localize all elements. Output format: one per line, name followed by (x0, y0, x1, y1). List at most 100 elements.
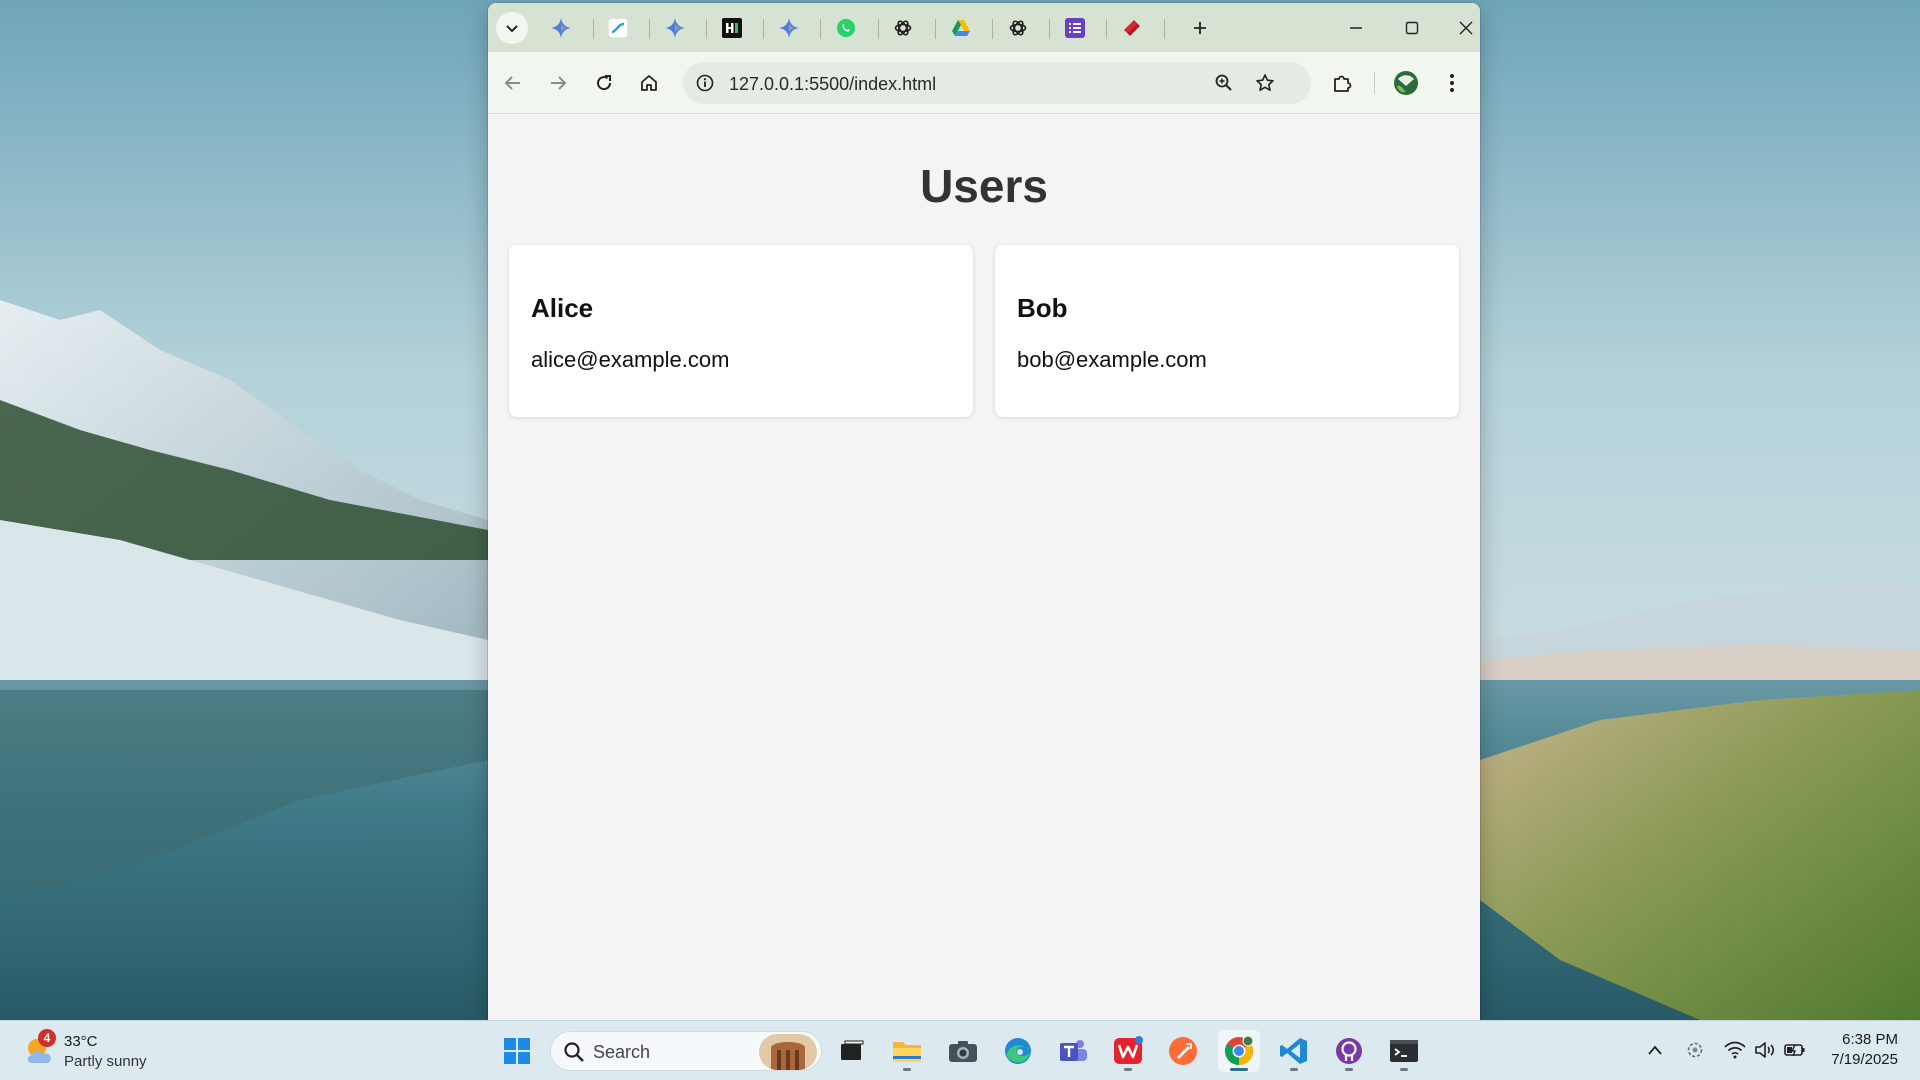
user-card-alice: Alice alice@example.com (509, 245, 973, 417)
taskbar-terminal[interactable] (1383, 1030, 1425, 1072)
taskbar-wps-office[interactable] (1107, 1030, 1149, 1072)
tab-separator (935, 19, 936, 39)
task-view-icon (841, 1040, 864, 1060)
wifi-icon (1724, 1041, 1746, 1059)
weather-condition: Partly sunny (64, 1053, 147, 1070)
clock-date: 7/19/2025 (1831, 1051, 1898, 1068)
tray-app-button[interactable] (1684, 1039, 1706, 1061)
openai-icon (1009, 20, 1027, 36)
taskbar-task-view[interactable] (830, 1030, 872, 1072)
battery-charging-icon (1784, 1044, 1805, 1057)
minimize-icon (1350, 27, 1362, 29)
url-text[interactable]: 127.0.0.1:5500/index.html (729, 74, 936, 95)
tab-forms[interactable] (1065, 18, 1085, 38)
browser-menu-button[interactable] (1438, 69, 1466, 97)
terminal-icon (1390, 1040, 1418, 1062)
tray-overflow-button[interactable] (1644, 1039, 1666, 1061)
tab-separator (1106, 19, 1107, 39)
start-button[interactable] (496, 1030, 538, 1072)
search-highlight-image (759, 1034, 817, 1070)
zoom-button[interactable] (1213, 72, 1235, 94)
extensions-button[interactable] (1328, 69, 1356, 97)
taskbar-chrome[interactable] (1218, 1030, 1260, 1072)
chevron-down-icon (506, 25, 518, 33)
tab-chatgpt-1[interactable] (893, 18, 913, 38)
tab-separator (1164, 19, 1165, 39)
address-bar[interactable]: 127.0.0.1:5500/index.html (683, 62, 1311, 104)
taskbar-edge[interactable] (997, 1030, 1039, 1072)
teams-icon (1060, 1040, 1087, 1061)
puzzle-icon (1334, 75, 1352, 92)
tab-gemini-2[interactable] (665, 18, 685, 38)
browser-toolbar: 127.0.0.1:5500/index.html (488, 52, 1480, 114)
postman-icon (1169, 1037, 1197, 1065)
taskbar-camera[interactable] (942, 1030, 984, 1072)
network-button[interactable] (1724, 1039, 1746, 1061)
forward-button[interactable] (544, 69, 572, 97)
github-desktop-icon (1336, 1038, 1362, 1064)
taskbar-file-explorer[interactable] (886, 1030, 928, 1072)
weather-temperature: 33°C (64, 1033, 98, 1050)
gemini-icon (665, 18, 685, 38)
running-indicator (1124, 1068, 1132, 1071)
running-indicator (1290, 1068, 1298, 1071)
vscode-icon (1280, 1038, 1307, 1064)
gemini-icon (779, 18, 799, 38)
taskbar-github-desktop[interactable] (1328, 1030, 1370, 1072)
search-highlight-icon (759, 1034, 817, 1070)
tab-separator (992, 19, 993, 39)
weather-widget[interactable]: 4 33°C Partly sunny (22, 1029, 202, 1073)
tab-search-button[interactable] (496, 12, 528, 44)
tab-separator (763, 19, 764, 39)
wps-office-icon (1114, 1036, 1143, 1064)
new-tab-button[interactable] (1187, 15, 1213, 41)
toolbar-divider (1374, 72, 1375, 94)
running-indicator (1345, 1068, 1353, 1071)
battery-button[interactable] (1784, 1039, 1806, 1061)
taskbar: 4 33°C Partly sunny Search 6:38 PM 7/19/… (0, 1020, 1920, 1080)
kebab-menu-icon (1450, 74, 1454, 92)
maximize-button[interactable] (1399, 15, 1425, 41)
tab-gemini-3[interactable] (779, 18, 799, 38)
web-page: Users Alice alice@example.com Bob bob@ex… (488, 114, 1480, 1020)
back-button[interactable] (499, 69, 527, 97)
taskbar-teams[interactable] (1052, 1030, 1094, 1072)
tab-separator (1049, 19, 1050, 39)
tab-gemini-1[interactable] (551, 18, 571, 38)
minimize-button[interactable] (1343, 15, 1369, 41)
tab-whatsapp[interactable] (836, 18, 856, 38)
avatar-icon (1394, 71, 1418, 95)
taskbar-search[interactable]: Search (550, 1031, 822, 1071)
reload-icon (597, 75, 612, 91)
running-indicator (903, 1068, 911, 1071)
tab-separator (593, 19, 594, 39)
tab-flow[interactable] (608, 18, 628, 38)
bookmark-button[interactable] (1254, 72, 1276, 94)
reload-button[interactable] (590, 69, 618, 97)
tab-google-drive[interactable] (951, 18, 971, 38)
tab-hashnode[interactable] (722, 18, 742, 38)
google-drive-icon (952, 20, 970, 36)
tab-stack[interactable] (1122, 18, 1142, 38)
volume-button[interactable] (1754, 1039, 1776, 1061)
maximize-icon (1405, 21, 1419, 35)
forms-icon (1065, 18, 1085, 38)
star-icon (1256, 74, 1274, 91)
zoom-in-icon (1215, 74, 1232, 91)
volume-icon (1755, 1042, 1775, 1058)
tab-separator (706, 19, 707, 39)
running-indicator (1400, 1068, 1408, 1071)
site-info-button[interactable] (695, 73, 715, 93)
taskbar-vscode[interactable] (1273, 1030, 1315, 1072)
close-button[interactable] (1456, 15, 1476, 41)
profile-button[interactable] (1392, 69, 1420, 97)
tab-separator (649, 19, 650, 39)
tab-chatgpt-2[interactable] (1008, 18, 1028, 38)
home-icon (641, 75, 657, 91)
taskbar-postman[interactable] (1162, 1030, 1204, 1072)
windows-logo-icon (504, 1038, 530, 1064)
clock-button[interactable]: 6:38 PM 7/19/2025 (1808, 1031, 1898, 1068)
info-icon (696, 74, 714, 92)
search-icon (564, 1042, 584, 1062)
home-button[interactable] (635, 69, 663, 97)
